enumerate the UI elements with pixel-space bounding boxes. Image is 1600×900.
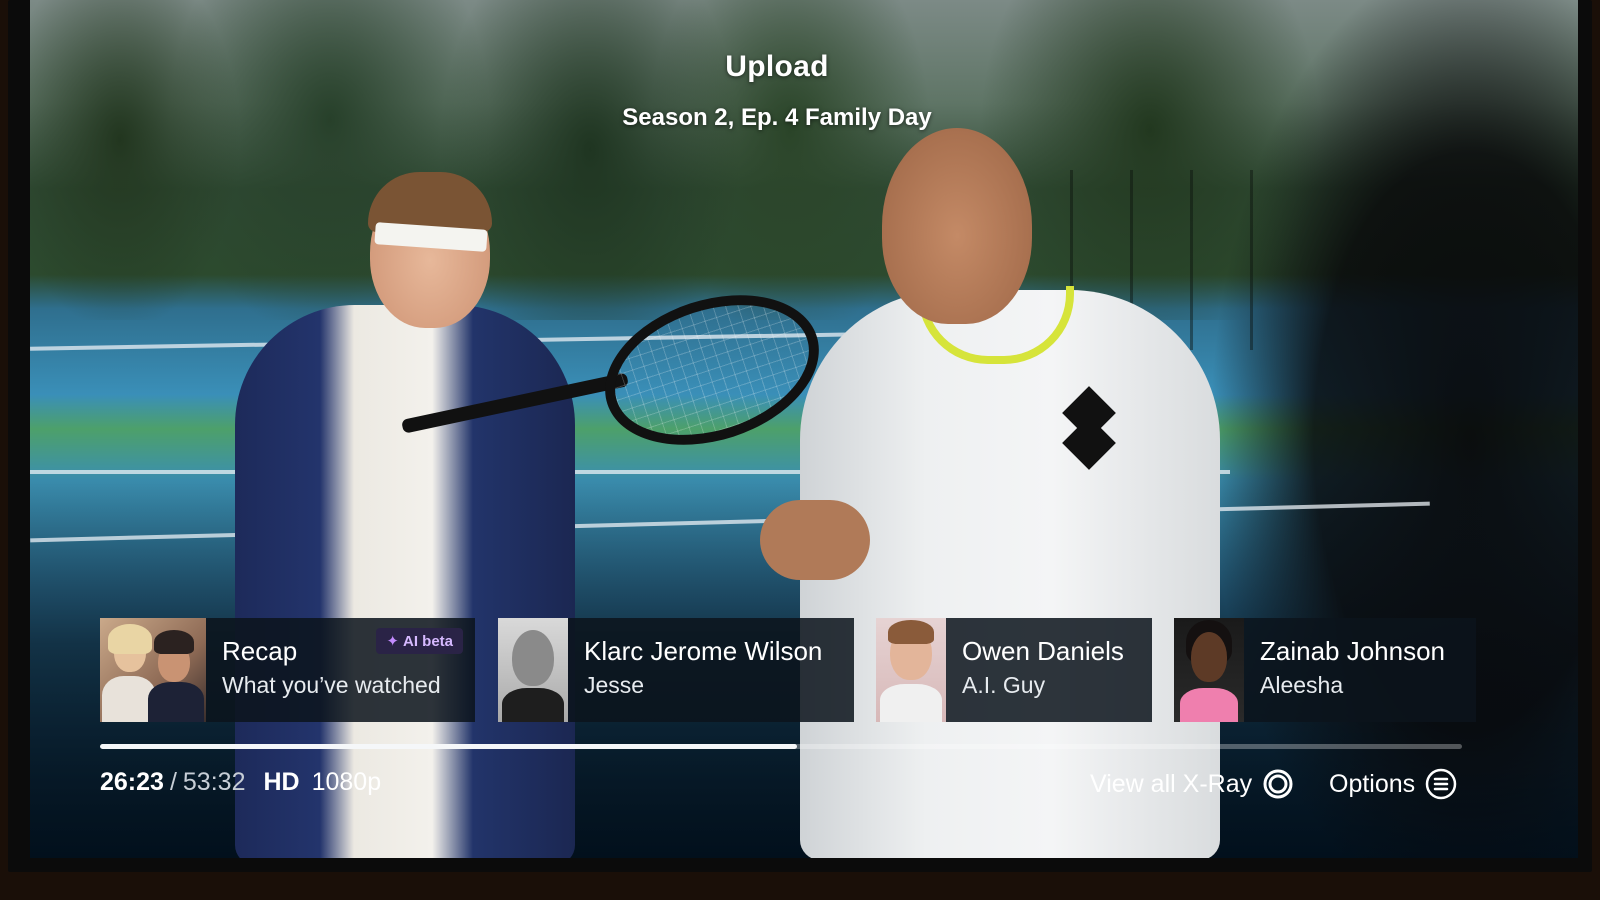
options-menu-icon <box>1425 768 1457 800</box>
character-name: Jesse <box>584 672 645 698</box>
resolution-label: 1080p <box>311 768 382 796</box>
cast-card-zainab-johnson[interactable]: Zainab Johnson Aleesha <box>1174 618 1476 722</box>
view-all-xray-label: View all X-Ray <box>1090 769 1253 798</box>
cast-card-owen-daniels[interactable]: Owen Daniels A.I. Guy <box>876 618 1152 722</box>
xray-ring-icon <box>1262 768 1294 800</box>
character-name: A.I. Guy <box>962 672 1046 698</box>
show-title: Upload <box>725 50 829 83</box>
progress-fill <box>100 744 798 749</box>
background-trees <box>30 0 1578 320</box>
options-button[interactable]: Options <box>1329 768 1457 800</box>
cast-text: Klarc Jerome Wilson Jesse <box>568 618 840 722</box>
total-time: 53:32 <box>182 768 246 796</box>
playback-bar: 26:23 / 53:32 HD 1080p View all X-Ray Op… <box>100 764 1462 804</box>
recap-subtitle: What you’ve watched <box>222 672 441 698</box>
hd-badge: HD <box>263 768 300 796</box>
actor-name: Zainab Johnson <box>1260 636 1446 666</box>
recap-card[interactable]: Recap What you’ve watched ✦ AI beta <box>100 618 475 722</box>
time-info: 26:23 / 53:32 HD 1080p <box>100 768 381 797</box>
actor-right-head <box>882 128 1032 324</box>
cast-text: Owen Daniels A.I. Guy <box>946 618 1142 722</box>
recap-thumbnail <box>100 618 206 722</box>
time-separator: / <box>169 768 177 796</box>
ai-beta-badge: ✦ AI beta <box>376 628 463 654</box>
episode-title: Season 2, Ep. 4 Family Day <box>622 104 932 131</box>
cast-photo <box>498 618 568 722</box>
options-label: Options <box>1329 769 1416 798</box>
current-time: 26:23 <box>100 768 164 796</box>
progress-bar[interactable] <box>100 744 1462 749</box>
cast-text: Zainab Johnson Aleesha <box>1244 618 1463 722</box>
sparkle-icon: ✦ <box>386 633 399 650</box>
character-name: Aleesha <box>1260 672 1344 698</box>
view-all-xray-button[interactable]: View all X-Ray <box>1090 768 1294 800</box>
cast-photo <box>1174 618 1244 722</box>
actor-name: Owen Daniels <box>962 636 1124 666</box>
cast-photo <box>876 618 946 722</box>
title-block: Upload Season 2, Ep. 4 Family Day <box>0 50 1560 132</box>
cast-card-klarc-jerome-wilson[interactable]: Klarc Jerome Wilson Jesse <box>498 618 854 722</box>
ai-beta-label: AI beta <box>402 633 453 650</box>
actor-name: Klarc Jerome Wilson <box>584 636 823 666</box>
actor-right-hand <box>760 500 870 580</box>
